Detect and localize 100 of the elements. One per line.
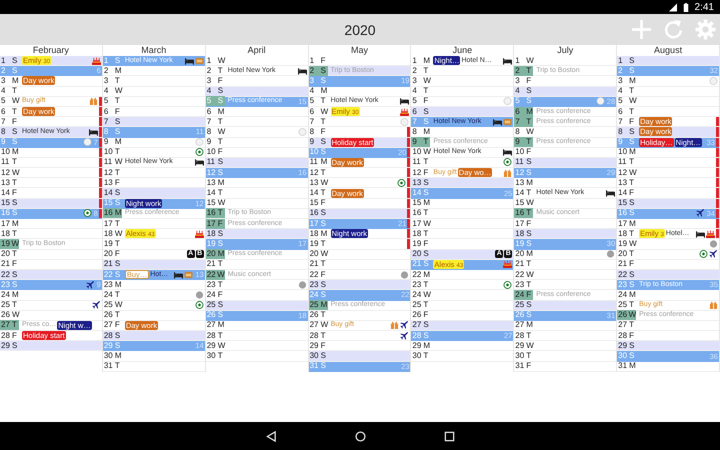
day-row[interactable]: 31 M [617, 362, 719, 372]
day-row[interactable]: 8 W [206, 127, 308, 138]
day-row[interactable]: 13 M [206, 178, 308, 188]
day-row[interactable]: 28 S [102, 331, 205, 342]
day-row[interactable]: 23 M [102, 280, 205, 290]
day-row[interactable]: 23 T [411, 280, 514, 290]
day-row[interactable]: 2 T [411, 66, 514, 76]
day-row[interactable]: 3 M [617, 76, 719, 87]
day-row[interactable]: 23 S [308, 280, 410, 290]
day-row[interactable]: 22 M [411, 270, 514, 280]
day-row[interactable]: 31 F [514, 362, 616, 372]
day-row[interactable]: 26 T [308, 310, 410, 321]
day-row[interactable]: 16 T [411, 208, 514, 219]
day-row[interactable]: 25 W [102, 300, 205, 311]
day-row[interactable]: 22 S [0, 270, 102, 280]
day-row[interactable]: 22 W [514, 270, 616, 280]
day-row[interactable]: 1 S [617, 56, 719, 66]
day-row[interactable]: 29 M [411, 341, 514, 352]
day-row[interactable]: 7 T [206, 117, 308, 128]
day-row[interactable]: 25 T [0, 300, 102, 311]
day-row[interactable]: 24 M [0, 290, 102, 300]
day-row[interactable]: 28 T [308, 331, 410, 342]
day-row[interactable]: 25 T [411, 300, 514, 311]
back-icon[interactable] [266, 430, 276, 442]
day-row[interactable]: 1 W [206, 56, 308, 66]
day-row[interactable]: 4 M [308, 86, 410, 97]
day-row[interactable]: 27 S [411, 320, 514, 332]
day-row[interactable]: 15 S [617, 198, 719, 209]
day-row[interactable]: 21 T [308, 260, 410, 270]
day-row[interactable]: 11 S [514, 158, 616, 168]
day-row[interactable]: 13 W [308, 178, 410, 188]
day-row[interactable]: 17 W [411, 219, 514, 230]
day-row[interactable]: 28 T [514, 331, 616, 342]
day-row[interactable]: 17 M [0, 219, 102, 230]
day-row[interactable]: 5 T [102, 96, 205, 107]
day-row[interactable]: 6 M [206, 106, 308, 118]
day-row[interactable]: 27 T [617, 320, 719, 332]
day-row[interactable]: 30 T [411, 351, 514, 362]
day-row[interactable]: 25 S [514, 300, 616, 311]
day-row[interactable]: 19 W [617, 239, 719, 250]
day-row[interactable]: 23 T [206, 280, 308, 290]
day-row[interactable]: 9 T [206, 138, 308, 148]
day-row[interactable]: 13 M [514, 178, 616, 188]
day-row[interactable]: 29 W [206, 341, 308, 352]
day-row[interactable]: 29 S [0, 341, 102, 352]
day-row[interactable]: 24 M [617, 290, 719, 300]
day-row[interactable]: 21 T [206, 260, 308, 270]
day-row[interactable]: 28 T [206, 331, 308, 342]
day-row[interactable]: 12 W [617, 168, 719, 178]
day-row[interactable]: 24 T [102, 290, 205, 300]
day-row[interactable]: 10 M [0, 148, 102, 158]
day-row[interactable]: 11 T [617, 158, 719, 168]
day-row[interactable]: 30 M [102, 351, 205, 362]
day-row[interactable]: 18 T [411, 229, 514, 240]
day-row[interactable]: 30 T [206, 351, 308, 362]
day-row[interactable]: 3 T [102, 76, 205, 87]
day-row[interactable]: 4 W [102, 86, 205, 97]
day-row[interactable]: 4 T [411, 86, 514, 97]
day-row[interactable]: 27 M [514, 320, 616, 332]
day-row[interactable]: 19 T [102, 239, 205, 250]
day-row[interactable]: 27 M [206, 320, 308, 332]
day-row[interactable]: 24 W [411, 290, 514, 300]
day-row[interactable]: 10 M [617, 148, 719, 158]
recent-apps-icon[interactable] [444, 430, 454, 442]
day-row[interactable]: 30 T [514, 351, 616, 362]
day-row[interactable]: 12 W [0, 168, 102, 178]
day-row[interactable]: 21 T [514, 260, 616, 270]
day-row[interactable]: 14 T [206, 188, 308, 199]
home-icon[interactable] [354, 430, 366, 442]
day-row[interactable]: 20 T [0, 250, 102, 260]
day-row[interactable]: 29 S [617, 341, 719, 352]
day-row[interactable]: 20 T [617, 250, 719, 260]
day-row[interactable]: 12 T [102, 168, 205, 178]
day-row[interactable]: 29 W [514, 341, 616, 352]
day-row[interactable]: 20 M [514, 250, 616, 260]
day-row[interactable]: 4 T [0, 86, 102, 97]
day-row[interactable]: 15 S [0, 198, 102, 209]
day-row[interactable]: 7 S [102, 117, 205, 128]
day-row[interactable]: 4 S [514, 86, 616, 97]
day-row[interactable]: 2 M [102, 66, 205, 76]
day-row[interactable]: 19 T [308, 239, 410, 250]
day-row[interactable]: 30 S [308, 351, 410, 362]
day-row[interactable]: 31 T [102, 362, 205, 372]
day-row[interactable]: 9 M [102, 138, 205, 148]
day-row[interactable]: 13 T [0, 178, 102, 188]
day-row[interactable]: 13 T [617, 178, 719, 188]
day-row[interactable]: 14 S [102, 188, 205, 199]
day-row[interactable]: 7 T [308, 117, 410, 128]
day-row[interactable]: 11 T [0, 158, 102, 168]
day-row[interactable]: 4 T [617, 86, 719, 97]
day-row[interactable]: 20 W [308, 250, 410, 260]
day-row[interactable]: 22 S [617, 270, 719, 280]
day-row[interactable]: 18 S [514, 229, 616, 240]
day-row[interactable]: 18 S [206, 229, 308, 240]
day-row[interactable]: 3 W [411, 76, 514, 87]
day-row[interactable]: 13 S [411, 178, 514, 188]
day-row[interactable]: 12 T [308, 168, 410, 178]
day-row[interactable]: 6 S [411, 106, 514, 118]
day-row[interactable]: 10 T [102, 148, 205, 158]
day-row[interactable]: 5 W [617, 96, 719, 107]
